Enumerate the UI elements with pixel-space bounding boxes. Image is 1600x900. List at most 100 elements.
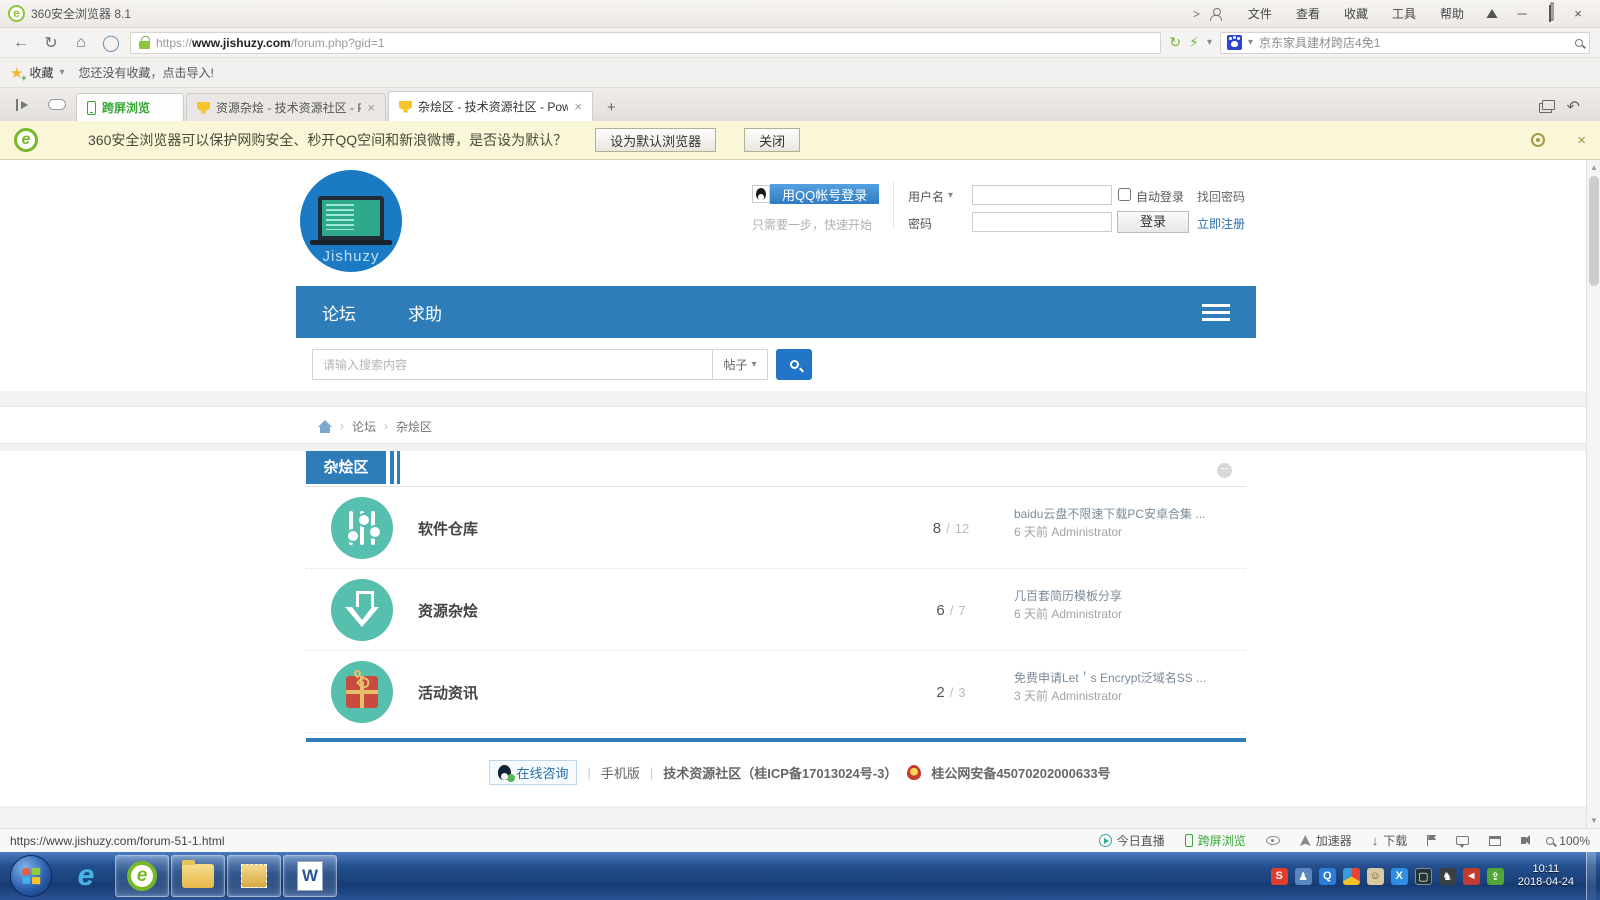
menu-view[interactable]: 查看 — [1284, 5, 1332, 22]
auto-login-checkbox[interactable] — [1118, 188, 1131, 201]
bookmarks-hint[interactable]: 您还没有收藏，点击导入! — [79, 64, 214, 81]
forum-row-software[interactable]: 软件仓库 8 / 12 baidu云盘不限速下载PC安卓合集 ... 6 天前 … — [306, 487, 1246, 569]
taskbar-capture-tool-icon[interactable] — [227, 855, 281, 897]
search-scope-select[interactable]: 帖子 ▾ — [712, 349, 768, 380]
tab-cross-screen[interactable]: 跨屏浏览 — [76, 93, 184, 121]
nav-help[interactable]: 求助 — [382, 300, 468, 325]
scroll-down-icon[interactable]: ▼ — [1587, 816, 1600, 825]
last-post-user-link[interactable]: Administrator — [1051, 689, 1122, 703]
taskbar-ie-icon[interactable]: e — [59, 855, 113, 897]
window-layout-icon[interactable] — [1489, 836, 1501, 846]
site-safety-icon[interactable]: ◯ — [100, 33, 122, 53]
user-account-icon[interactable] — [1210, 8, 1222, 20]
mobile-version-link[interactable]: 手机版 — [601, 763, 640, 782]
recently-closed-icon[interactable] — [1542, 100, 1555, 110]
forum-search-button[interactable] — [776, 349, 812, 380]
taskbar-clock[interactable]: 10:11 2018-04-24 — [1518, 863, 1574, 889]
refresh-icon[interactable]: ↻ — [40, 33, 62, 53]
nav-menu-icon[interactable] — [1202, 304, 1230, 321]
online-chat-button[interactable]: 在线咨询 — [489, 760, 577, 785]
engine-dropdown-icon[interactable]: ▾ — [1248, 37, 1253, 48]
bookmarks-dropdown-icon[interactable]: ▾ — [59, 67, 64, 78]
find-password-link[interactable]: 找回密码 — [1197, 188, 1245, 205]
url-box[interactable]: https://www.jishuzy.com/forum.php?gid=1 — [130, 32, 1161, 54]
tray-usb-icon[interactable]: ⇪ — [1487, 868, 1504, 885]
tray-qq-icon[interactable]: Q — [1319, 868, 1336, 885]
bookmark-star-icon[interactable]: ★ — [10, 64, 23, 82]
tab-zahui-active[interactable]: 杂烩区 - 技术资源社区 - Powe × — [388, 91, 593, 121]
tray-user-icon[interactable]: ♟ — [1295, 868, 1312, 885]
site-logo[interactable]: Jishuzy — [300, 170, 402, 272]
taskbar-explorer-icon[interactable] — [171, 855, 225, 897]
tab-close-icon[interactable]: × — [367, 100, 375, 115]
show-desktop-button[interactable] — [1586, 852, 1596, 900]
tray-volume-icon[interactable]: ◄ — [1463, 868, 1480, 885]
username-dropdown-icon[interactable]: ▾ — [948, 190, 953, 201]
menu-tools[interactable]: 工具 — [1380, 5, 1428, 22]
close-button[interactable]: × — [1564, 6, 1592, 21]
tab-resource-mix[interactable]: 资源杂烩 - 技术资源社区 - Pov × — [186, 93, 386, 121]
baidu-paw-icon[interactable] — [1227, 35, 1242, 50]
tray-pinwheel-icon[interactable] — [1343, 868, 1360, 885]
notice-dismiss-icon[interactable]: × — [1577, 132, 1586, 149]
breadcrumb-home-icon[interactable] — [318, 420, 332, 433]
engine-search-icon[interactable] — [1575, 39, 1583, 47]
new-tab-button[interactable]: + — [595, 93, 628, 121]
page-scrollbar[interactable]: ▲ ▼ — [1586, 160, 1600, 828]
collapse-icon[interactable]: ─ — [1217, 463, 1232, 478]
last-post-title-link[interactable]: 免费申请Let＇s Encrypt泛域名SS ... — [1014, 669, 1234, 687]
last-post-user-link[interactable]: Administrator — [1051, 525, 1122, 539]
menu-favorites[interactable]: 收藏 — [1332, 5, 1380, 22]
forum-name-link[interactable]: 活动资讯 — [418, 682, 478, 703]
engine-query-text[interactable]: 京东家具建材跨店4免1 — [1259, 34, 1569, 51]
tab-close-icon[interactable]: × — [574, 99, 582, 114]
search-engine-box[interactable]: ▾ 京东家具建材跨店4免1 — [1220, 32, 1590, 54]
last-post-user-link[interactable]: Administrator — [1051, 607, 1122, 621]
forum-row-activities[interactable]: 活动资讯 2 / 3 免费申请Let＇s Encrypt泛域名SS ... 3 … — [306, 651, 1246, 733]
skin-icon[interactable] — [1484, 9, 1500, 18]
bookmarks-label[interactable]: 收藏 — [29, 64, 53, 81]
forum-row-resources[interactable]: 资源杂烩 6 / 7 几百套简历模板分享 6 天前 Administrator — [306, 569, 1246, 651]
notice-settings-icon[interactable] — [1531, 133, 1545, 147]
taskbar-word-icon[interactable]: W — [283, 855, 337, 897]
mode-dropdown-icon[interactable]: ▾ — [1207, 37, 1212, 48]
register-link[interactable]: 立即注册 — [1197, 215, 1245, 232]
police-record-link[interactable]: 桂公网安备45070202000633号 — [931, 763, 1110, 782]
undo-close-tab-icon[interactable]: ↶ — [1567, 97, 1580, 117]
tab-list-icon[interactable] — [6, 88, 38, 121]
no-trace-icon[interactable]: ↻ — [1169, 34, 1181, 51]
scrollbar-thumb[interactable] — [1589, 176, 1599, 286]
login-button[interactable]: 登录 — [1117, 211, 1189, 233]
menu-help[interactable]: 帮助 — [1428, 5, 1476, 22]
menu-file[interactable]: 文件 — [1236, 5, 1284, 22]
home-icon[interactable]: ⌂ — [70, 34, 92, 52]
tray-security-icon[interactable]: ♞ — [1439, 868, 1456, 885]
maximize-button[interactable] — [1536, 6, 1564, 21]
username-field[interactable] — [972, 185, 1112, 205]
eye-protect-icon[interactable] — [1266, 836, 1280, 845]
nav-forum[interactable]: 论坛 — [296, 300, 382, 325]
auto-login-label[interactable]: 自动登录 — [1136, 188, 1184, 205]
qq-login-button[interactable]: 用QQ帐号登录 — [770, 184, 879, 204]
accelerator-item[interactable]: 加速器 — [1300, 832, 1352, 849]
last-post-title-link[interactable]: 几百套简历模板分享 — [1014, 587, 1234, 605]
speed-mode-icon[interactable]: ⚡ — [1189, 34, 1199, 51]
zoom-item[interactable]: 100% — [1546, 834, 1590, 848]
feedback-chat-icon[interactable] — [1456, 836, 1469, 845]
download-item[interactable]: ↓下载 — [1372, 832, 1408, 849]
scroll-up-icon[interactable]: ▲ — [1587, 163, 1600, 172]
menu-collapse-icon[interactable]: > — [1193, 7, 1200, 21]
minimize-button[interactable]: ─ — [1508, 6, 1536, 21]
flag-icon[interactable] — [1427, 835, 1436, 846]
cloud-sync-icon[interactable] — [38, 88, 76, 121]
mute-speaker-icon[interactable] — [1521, 837, 1526, 844]
back-icon[interactable]: ← — [10, 34, 32, 52]
category-title-badge[interactable]: 杂烩区 — [306, 451, 386, 484]
live-today-item[interactable]: 今日直播 — [1099, 832, 1165, 849]
forum-name-link[interactable]: 软件仓库 — [418, 518, 478, 539]
password-field[interactable] — [972, 212, 1112, 232]
taskbar-360browser-icon[interactable]: e — [115, 855, 169, 897]
last-post-title-link[interactable]: baidu云盘不限速下载PC安卓合集 ... — [1014, 505, 1234, 523]
breadcrumb-forum[interactable]: 论坛 — [352, 418, 376, 435]
forum-name-link[interactable]: 资源杂烩 — [418, 600, 478, 621]
